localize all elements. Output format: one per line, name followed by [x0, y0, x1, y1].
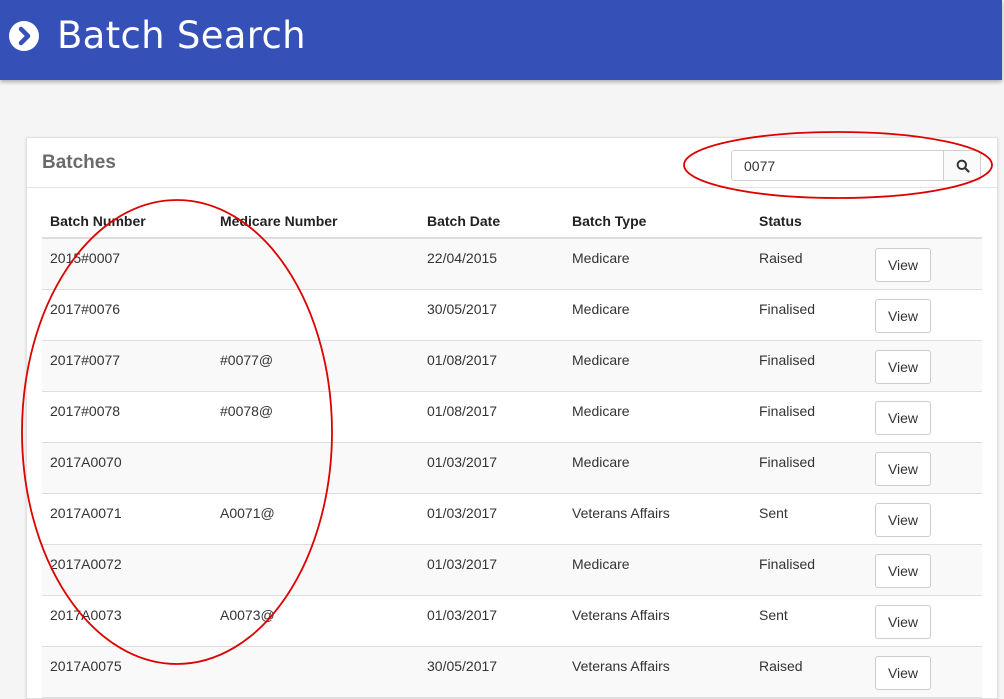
column-header-medicare-number[interactable]: Medicare Number: [212, 200, 419, 239]
cell-action: View: [867, 646, 982, 698]
cell-action: View: [867, 238, 982, 290]
cell-batch-number: 2017#0078: [42, 391, 212, 443]
cell-medicare-number: #0078@: [212, 391, 419, 443]
cell-batch-type: Veterans Affairs: [564, 595, 751, 647]
table-header-row: Batch Number Medicare Number Batch Date …: [42, 200, 982, 239]
column-header-batch-number[interactable]: Batch Number: [42, 200, 212, 239]
cell-batch-type: Medicare: [564, 289, 751, 341]
cell-status: Raised: [751, 646, 867, 698]
cell-batch-date: 01/08/2017: [419, 340, 564, 392]
cell-batch-type: Medicare: [564, 340, 751, 392]
column-header-status[interactable]: Status: [751, 200, 867, 239]
cell-batch-date: 01/03/2017: [419, 544, 564, 596]
cell-batch-type: Veterans Affairs: [564, 646, 751, 698]
cell-batch-date: 30/05/2017: [419, 289, 564, 341]
cell-action: View: [867, 595, 982, 647]
panel-title: Batches: [42, 152, 116, 173]
cell-status: Finalised: [751, 442, 867, 494]
cell-medicare-number: A0071@: [212, 493, 419, 545]
column-header-batch-type[interactable]: Batch Type: [564, 200, 751, 239]
cell-batch-number: 2017A0073: [42, 595, 212, 647]
batches-table: Batch Number Medicare Number Batch Date …: [42, 200, 982, 698]
cell-batch-type: Medicare: [564, 544, 751, 596]
cell-medicare-number: #0077@: [212, 340, 419, 392]
cell-batch-date: 30/05/2017: [419, 646, 564, 698]
cell-batch-number: 2017#0077: [42, 340, 212, 392]
cell-action: View: [867, 340, 982, 392]
cell-batch-date: 01/03/2017: [419, 442, 564, 494]
cell-batch-number: 2017A0075: [42, 646, 212, 698]
cell-status: Finalised: [751, 544, 867, 596]
cell-batch-date: 01/08/2017: [419, 391, 564, 443]
app-header: Batch Search: [0, 0, 1002, 80]
table-body: 2015#0007 22/04/2015 Medicare Raised View 201…: [42, 238, 982, 698]
cell-status: Sent: [751, 493, 867, 545]
panel-heading: Batches: [27, 138, 997, 188]
table-row: 2017A0070 01/03/2017 Medicare Finalised View: [42, 442, 982, 494]
search-input[interactable]: [731, 150, 943, 181]
view-button[interactable]: View: [875, 451, 931, 486]
cell-batch-number: 2017A0072: [42, 544, 212, 596]
cell-status: Raised: [751, 238, 867, 290]
column-header-batch-date[interactable]: Batch Date: [419, 200, 564, 239]
cell-action: View: [867, 442, 982, 494]
cell-batch-type: Medicare: [564, 442, 751, 494]
search-icon: [956, 159, 970, 173]
table-row: 2017#0077 #0077@ 01/08/2017 Medicare Finalis…: [42, 340, 982, 392]
cell-medicare-number: [212, 544, 419, 596]
cell-status: Finalised: [751, 289, 867, 341]
cell-action: View: [867, 493, 982, 545]
cell-batch-number: 2017A0070: [42, 442, 212, 494]
view-button[interactable]: View: [875, 553, 931, 588]
table-row: 2017A0072 01/03/2017 Medicare Finalised View: [42, 544, 982, 596]
cell-action: View: [867, 544, 982, 596]
chevron-circle-right-icon[interactable]: [9, 21, 39, 51]
table-row: 2017A0075 30/05/2017 Veterans Affairs Raise…: [42, 646, 982, 698]
cell-action: View: [867, 289, 982, 341]
cell-batch-type: Veterans Affairs: [564, 493, 751, 545]
batches-table-container: Batch Number Medicare Number Batch Date …: [42, 200, 982, 698]
column-header-actions: [867, 200, 982, 239]
cell-medicare-number: A0073@: [212, 595, 419, 647]
cell-status: Sent: [751, 595, 867, 647]
cell-batch-type: Medicare: [564, 238, 751, 290]
cell-batch-date: 22/04/2015: [419, 238, 564, 290]
view-button[interactable]: View: [875, 400, 931, 435]
search-button[interactable]: [943, 150, 981, 181]
cell-batch-number: 2017#0076: [42, 289, 212, 341]
table-row: 2017#0078 #0078@ 01/08/2017 Medicare Finalis…: [42, 391, 982, 443]
cell-medicare-number: [212, 646, 419, 698]
page-title: Batch Search: [57, 14, 306, 57]
cell-medicare-number: [212, 289, 419, 341]
table-row: 2017A0073 A0073@ 01/03/2017 Veterans Affair…: [42, 595, 982, 647]
table-row: 2015#0007 22/04/2015 Medicare Raised View: [42, 238, 982, 290]
cell-batch-date: 01/03/2017: [419, 595, 564, 647]
table-row: 2017#0076 30/05/2017 Medicare Finalised View: [42, 289, 982, 341]
cell-medicare-number: [212, 442, 419, 494]
view-button[interactable]: View: [875, 349, 931, 384]
cell-batch-number: 2015#0007: [42, 238, 212, 290]
view-button[interactable]: View: [875, 502, 931, 537]
view-button[interactable]: View: [875, 248, 931, 282]
cell-medicare-number: [212, 238, 419, 290]
table-row: 2017A0071 A0071@ 01/03/2017 Veterans Affair…: [42, 493, 982, 545]
view-button[interactable]: View: [875, 604, 931, 639]
batches-panel: Batches Batch Number Medicare Number Bat…: [26, 137, 998, 699]
cell-status: Finalised: [751, 391, 867, 443]
view-button[interactable]: View: [875, 298, 931, 333]
cell-batch-number: 2017A0071: [42, 493, 212, 545]
cell-batch-date: 01/03/2017: [419, 493, 564, 545]
cell-status: Finalised: [751, 340, 867, 392]
cell-batch-type: Medicare: [564, 391, 751, 443]
cell-action: View: [867, 391, 982, 443]
view-button[interactable]: View: [875, 655, 931, 690]
